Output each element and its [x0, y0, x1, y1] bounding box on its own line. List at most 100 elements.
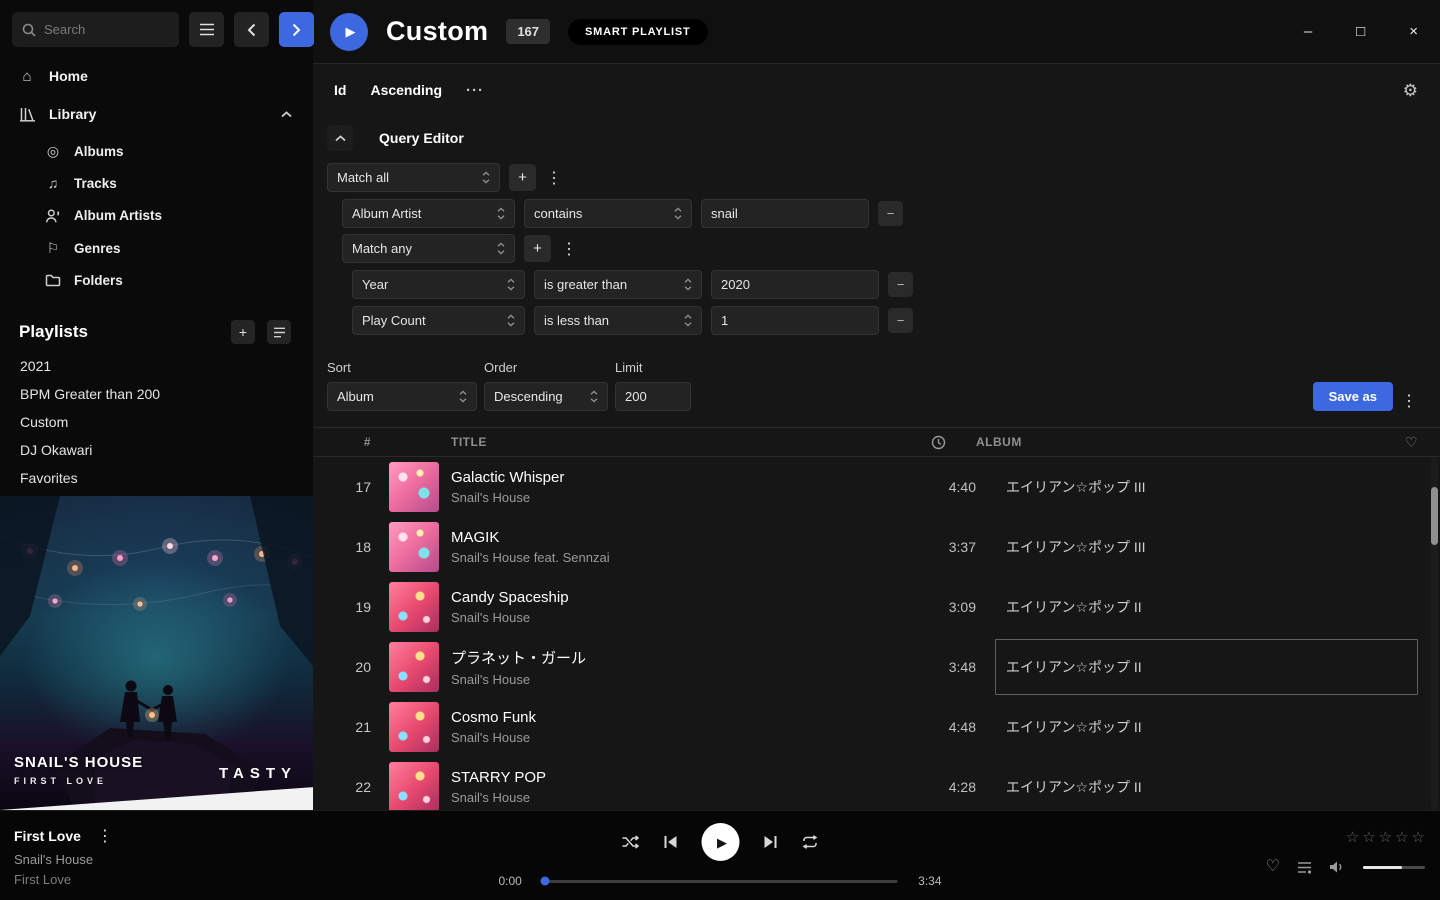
sidebar-item-library[interactable]: Library [0, 95, 313, 133]
playlist-item[interactable]: Favorites [0, 464, 313, 492]
playlist-item[interactable]: DJ Okawari [0, 436, 313, 464]
search-box[interactable] [12, 12, 179, 47]
window-controls: – □ × [1304, 24, 1418, 39]
remove-rule-button[interactable]: − [888, 272, 913, 297]
collapse-chevron-icon[interactable] [277, 111, 295, 118]
table-row[interactable]: 19 Candy Spaceship Snail's House 3:09 エイ… [313, 577, 1440, 637]
more-options-button[interactable]: ··· [466, 82, 484, 99]
sort-label: Sort [327, 360, 477, 375]
play-playlist-button[interactable]: ▶ [330, 13, 368, 51]
volume-slider[interactable] [1363, 866, 1425, 869]
scrollbar-thumb[interactable] [1431, 487, 1438, 545]
favorite-button[interactable]: ♡ [1266, 858, 1280, 876]
gear-icon[interactable]: ⚙ [1403, 82, 1418, 99]
star-icon[interactable]: ☆ [1362, 828, 1375, 846]
save-menu-button[interactable]: ⋮ [1400, 391, 1418, 411]
collapse-query-editor-button[interactable] [327, 125, 353, 151]
volume-icon[interactable] [1329, 860, 1346, 874]
now-playing-menu-button[interactable]: ⋮ [96, 826, 114, 846]
select-arrows-icon [590, 390, 598, 403]
favorite-column-icon[interactable]: ♡ [1388, 435, 1418, 449]
table-row[interactable]: 18 MAGIK Snail's House feat. Sennzai 3:3… [313, 517, 1440, 577]
table-row[interactable]: 22 STARRY POP Snail's House 4:28 エイリアン☆ポ… [313, 757, 1440, 817]
rule-value-input[interactable] [711, 270, 879, 299]
shuffle-button[interactable] [622, 835, 640, 849]
nav-back-button[interactable] [234, 12, 269, 47]
now-playing-album-art[interactable]: SNAIL'S HOUSE FIRST LOVE TASTY [0, 496, 313, 810]
save-as-button[interactable]: Save as [1313, 382, 1393, 411]
nav-forward-button[interactable] [279, 12, 314, 47]
order-select[interactable]: Descending [484, 382, 608, 411]
rule-operator-select[interactable]: contains [524, 199, 692, 228]
limit-input[interactable] [615, 382, 691, 411]
track-album[interactable]: エイリアン☆ポップ II [1006, 597, 1418, 617]
sidebar-item-home[interactable]: ⌂ Home [0, 57, 313, 95]
repeat-button[interactable] [802, 835, 819, 849]
table-row[interactable]: 17 Galactic Whisper Snail's House 4:40 エ… [313, 457, 1440, 517]
rule-field-select[interactable]: Play Count [352, 306, 525, 335]
sort-select[interactable]: Album [327, 382, 477, 411]
sidebar-item-folders[interactable]: Folders [44, 264, 313, 296]
table-row[interactable]: 21 Cosmo Funk Snail's House 4:48 エイリアン☆ポ… [313, 697, 1440, 757]
search-input[interactable] [44, 22, 169, 37]
track-number: 20 [327, 659, 371, 675]
add-rule-button[interactable]: + [524, 235, 551, 262]
table-row[interactable]: 20 プラネット・ガール Snail's House 3:48 エイリアン☆ポッ… [313, 637, 1440, 697]
match-type-select[interactable]: Match all [327, 163, 500, 192]
rule-value-input[interactable] [711, 306, 879, 335]
sidebar-item-genres[interactable]: ⚐ Genres [44, 232, 313, 264]
column-album[interactable]: ALBUM [976, 435, 1388, 449]
star-icon[interactable]: ☆ [1395, 828, 1408, 846]
rule-field-select[interactable]: Album Artist [342, 199, 515, 228]
menu-button[interactable] [189, 12, 224, 47]
queue-button[interactable] [1297, 861, 1312, 874]
remove-rule-button[interactable]: − [888, 308, 913, 333]
group-menu-button[interactable]: ⋮ [560, 239, 578, 259]
match-type-select[interactable]: Match any [342, 234, 515, 263]
minimize-button[interactable]: – [1304, 24, 1312, 39]
group-menu-button[interactable]: ⋮ [545, 168, 563, 188]
track-album[interactable]: エイリアン☆ポップ III [1006, 537, 1418, 557]
sort-field-button[interactable]: Id [334, 82, 346, 98]
maximize-button[interactable]: □ [1356, 24, 1365, 39]
sort-direction-button[interactable]: Ascending [370, 82, 442, 98]
playlist-item[interactable]: Custom [0, 408, 313, 436]
column-duration[interactable] [882, 435, 946, 450]
playlists-title: Playlists [19, 322, 219, 342]
rule-value-input[interactable] [701, 199, 869, 228]
playlist-options-button[interactable] [267, 320, 291, 344]
close-button[interactable]: × [1409, 24, 1418, 39]
sidebar-item-album-artists[interactable]: Album Artists [44, 199, 313, 232]
repeat-icon [802, 835, 819, 849]
rule-operator-select[interactable]: is greater than [534, 270, 702, 299]
star-icon[interactable]: ☆ [1379, 828, 1392, 846]
progress-bar[interactable] [543, 880, 898, 883]
rule-operator-select[interactable]: is less than [534, 306, 702, 335]
remove-rule-button[interactable]: − [878, 201, 903, 226]
column-index[interactable]: # [327, 435, 371, 449]
track-number: 19 [327, 599, 371, 615]
previous-button[interactable] [664, 835, 678, 849]
select-arrows-icon [684, 278, 692, 291]
column-title[interactable]: TITLE [451, 435, 882, 449]
playlist-item[interactable]: BPM Greater than 200 [0, 380, 313, 408]
sidebar-item-tracks[interactable]: ♫ Tracks [44, 167, 313, 199]
track-title: Cosmo Funk [451, 709, 912, 726]
track-album-focused-cell[interactable]: エイリアン☆ポップ II [995, 639, 1418, 695]
add-playlist-button[interactable]: + [231, 320, 255, 344]
track-album[interactable]: エイリアン☆ポップ II [1006, 717, 1418, 737]
star-icon[interactable]: ☆ [1412, 828, 1425, 846]
rule-field-select[interactable]: Year [352, 270, 525, 299]
limit-label: Limit [615, 360, 691, 375]
next-button[interactable] [764, 835, 778, 849]
track-album[interactable]: エイリアン☆ポップ III [1006, 477, 1418, 497]
now-playing-info: First Love ⋮ Snail's House First Love [14, 826, 114, 887]
sidebar-item-label: Tracks [74, 176, 117, 191]
add-rule-button[interactable]: + [509, 164, 536, 191]
playlist-item[interactable]: 2021 [0, 352, 313, 380]
play-pause-button[interactable]: ▶ [702, 823, 740, 861]
progress-handle[interactable] [541, 877, 550, 886]
star-icon[interactable]: ☆ [1346, 828, 1359, 846]
track-album[interactable]: エイリアン☆ポップ II [1006, 777, 1418, 797]
sidebar-item-albums[interactable]: ◎ Albums [44, 135, 313, 167]
